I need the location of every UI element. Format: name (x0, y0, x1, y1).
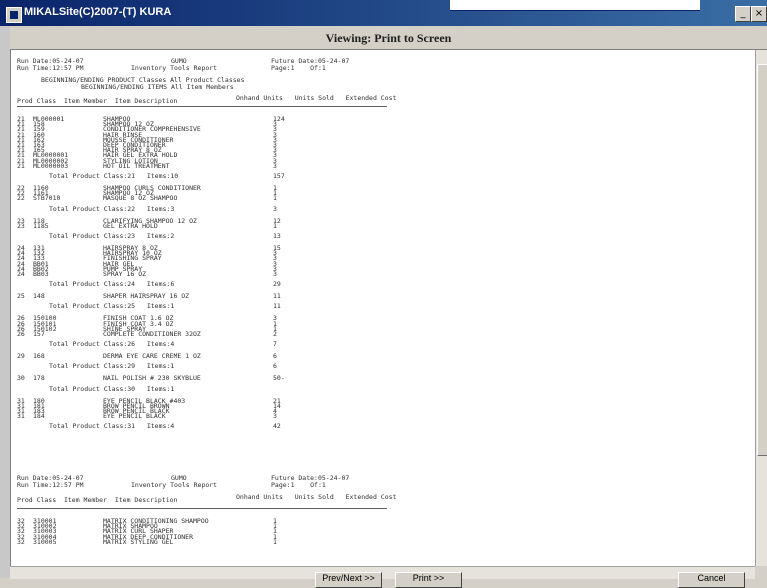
class-total-qty: 11 (273, 302, 281, 311)
prod-class: 25 (17, 292, 25, 301)
header-rule-p2 (17, 508, 387, 509)
onhand-units: 3 (273, 412, 277, 421)
item-member: 157 (33, 330, 45, 338)
class-total-label: Total Product Class:24 Items:6 (49, 280, 175, 289)
class-total-label: Total Product Class:29 Items:1 (49, 362, 175, 371)
item-member: 1185 (33, 221, 49, 230)
item-description: NAIL POLISH # 230 SKYBLUE (103, 374, 201, 383)
item-description: COMPLETE CONDITIONER 32OZ (103, 330, 201, 338)
class-total-qty: 6 (273, 362, 277, 371)
prod-class: 26 (17, 330, 25, 338)
page-number-p2: Page:1 Of:1 (271, 481, 326, 489)
onhand-units: 1 (273, 537, 277, 546)
window-title: MIKALSite(C)2007-(T) KURA (24, 6, 172, 18)
class-total-qty: 7 (273, 340, 277, 349)
report-title-p2: Inventory Tools Report (131, 481, 218, 489)
report-title: Inventory Tools Report (131, 64, 218, 72)
background-window-strip (450, 0, 700, 11)
item-member: STB7010 (33, 194, 61, 203)
onhand-units: 1 (273, 194, 277, 203)
class-total-label: Total Product Class:26 Items:4 (49, 340, 175, 349)
item-description: DERMA EYE CARE CREME 1 OZ (103, 352, 201, 361)
class-total-qty: 3 (273, 204, 277, 213)
prod-class: 24 (17, 270, 25, 278)
onhand-units: 3 (273, 161, 277, 170)
class-total-qty: 42 (273, 422, 281, 431)
class-total-label: Total Product Class:23 Items:2 (49, 232, 175, 240)
prod-class: 32 (17, 537, 25, 546)
onhand-units: 1 (273, 221, 277, 230)
section-items: BEGINNING/ENDING ITEMS All Item Members (81, 83, 234, 91)
prod-class: 23 (17, 221, 25, 230)
run-time-p2: Run Time:12:57 PM (17, 481, 84, 489)
item-description: SHAPER HAIRSPRAY 16 OZ (103, 292, 190, 301)
class-total-label: Total Product Class:21 Items:10 (49, 172, 179, 180)
close-button[interactable]: × (751, 6, 767, 22)
prod-class: 30 (17, 374, 25, 383)
onhand-units: 2 (273, 330, 277, 338)
column-headers-left-p2: Prod Class Item Member Item Description (17, 496, 178, 504)
onhand-units: 50- (273, 374, 285, 383)
column-headers-right-p2: Onhand Units Units Sold Extended Cost (236, 493, 397, 501)
print-button[interactable]: Print >> (395, 572, 462, 588)
onhand-units: 11 (273, 292, 281, 301)
onhand-units: 6 (273, 352, 277, 361)
column-headers-left: Prod Class Item Member Item Description (17, 97, 178, 105)
class-total-label: Total Product Class:31 Items:4 (49, 422, 175, 431)
class-total-label: Total Product Class:22 Items:3 (49, 204, 175, 213)
prod-class: 29 (17, 352, 25, 361)
item-member: 168 (33, 352, 45, 361)
class-total-label: Total Product Class:25 Items:1 (49, 302, 175, 311)
prev-next-button[interactable]: Prev/Next >> (315, 572, 382, 588)
prod-class: 31 (17, 412, 25, 421)
class-total-qty: 157 (273, 172, 285, 180)
page-number: Page:1 Of:1 (271, 64, 326, 72)
minimize-button[interactable]: _ (735, 6, 751, 22)
class-total-label: Total Product Class:30 Items:1 (49, 384, 175, 393)
item-description: HOT OIL TREATMENT (103, 161, 170, 170)
item-member: 184 (33, 412, 45, 421)
vertical-scroll-thumb[interactable] (757, 64, 767, 456)
prod-class: 21 (17, 161, 25, 170)
app-icon (6, 7, 22, 23)
horizontal-scrollbar[interactable] (10, 566, 755, 579)
class-total-qty: 29 (273, 280, 281, 289)
item-description: MATRIX STYLING GEL (103, 537, 174, 546)
viewer-title: Viewing: Print to Screen (325, 31, 452, 45)
item-description: SPRAY 16 OZ (103, 270, 147, 278)
item-member: ML0000003 (33, 161, 69, 170)
onhand-units: 3 (273, 270, 277, 278)
item-member: 148 (33, 292, 45, 301)
class-total-qty: 13 (273, 232, 281, 240)
run-time: Run Time:12:57 PM (17, 64, 84, 72)
left-background-strip (0, 26, 10, 578)
viewer-header: Viewing: Print to Screen (10, 27, 767, 50)
item-description: MASQUE 8 OZ SHAMPOO (103, 194, 178, 203)
item-member: 178 (33, 374, 45, 383)
column-headers-right: Onhand Units Units Sold Extended Cost (236, 94, 397, 102)
vertical-scrollbar[interactable] (755, 50, 767, 566)
item-member: BB03 (33, 270, 49, 278)
item-description: GEL EXTRA HOLD (103, 221, 158, 230)
prod-class: 22 (17, 194, 25, 203)
report-view[interactable]: Run Date:05-24-07 Run Time:12:57 PM GUMO… (10, 50, 756, 566)
cancel-button[interactable]: Cancel (678, 572, 745, 588)
header-rule (17, 106, 387, 107)
item-member: 310005 (33, 537, 57, 546)
item-description: EYE PENCIL BLACK (103, 412, 166, 421)
